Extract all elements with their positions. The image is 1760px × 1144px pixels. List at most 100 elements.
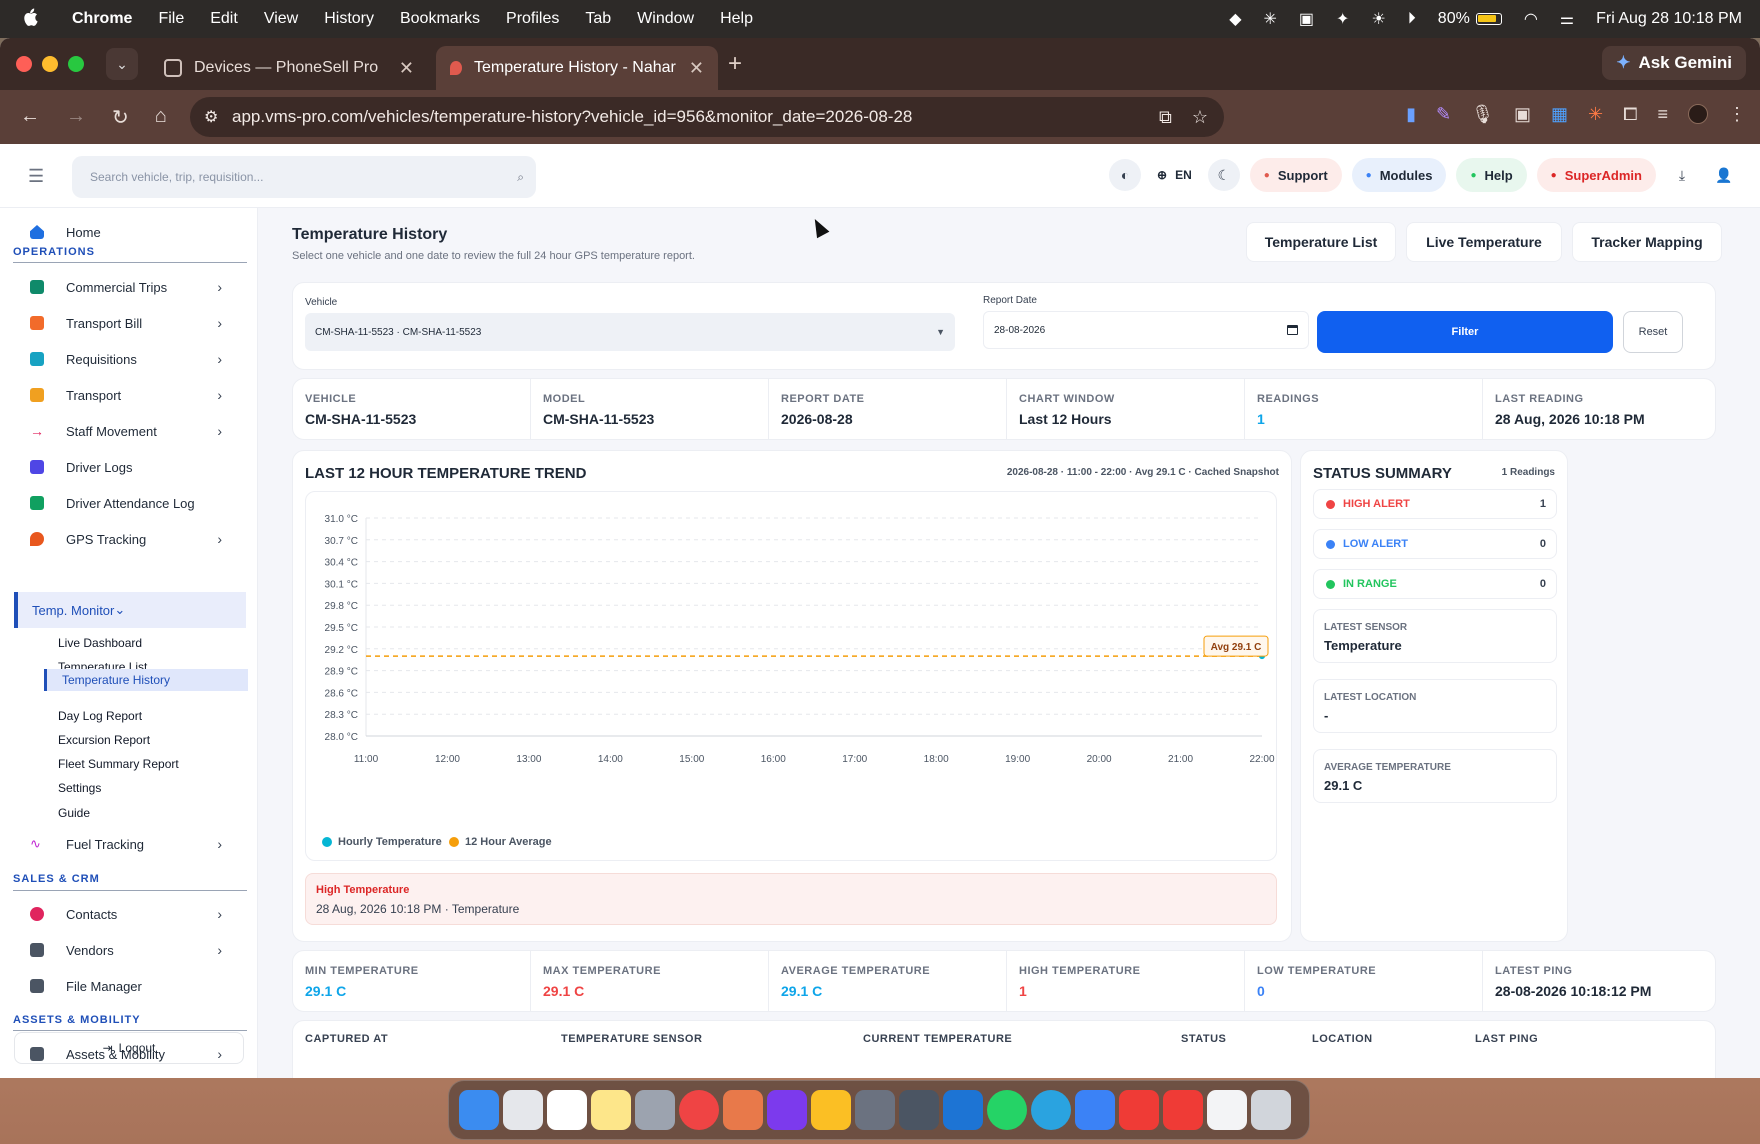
download-icon[interactable]: ⤓: [1666, 159, 1698, 191]
temperature-list-button[interactable]: Temperature List: [1246, 222, 1396, 262]
superadmin-button[interactable]: ● SuperAdmin: [1536, 158, 1656, 192]
anydesk-2-icon[interactable]: [1163, 1090, 1203, 1130]
sidebar-item-vendors[interactable]: Vendors ›: [14, 934, 246, 966]
sketch-icon[interactable]: [811, 1090, 851, 1130]
tab-temperature-history[interactable]: Temperature History - Nahar ✕: [436, 46, 718, 90]
report-date-input[interactable]: 28-08-2026: [983, 311, 1309, 349]
remote-desktop-icon[interactable]: [1075, 1090, 1115, 1130]
apple-icon[interactable]: [22, 8, 42, 31]
ask-gemini-button[interactable]: ✦ Ask Gemini: [1602, 46, 1746, 80]
control-center-icon[interactable]: ⚌: [1560, 9, 1574, 29]
install-app-icon[interactable]: ⧉: [1159, 107, 1172, 128]
menu-view[interactable]: View: [264, 10, 298, 28]
reading-list-icon[interactable]: ≡: [1657, 104, 1668, 125]
table-header-status[interactable]: STATUS: [1181, 1033, 1226, 1045]
tracker-mapping-button[interactable]: Tracker Mapping: [1572, 222, 1722, 262]
reset-button[interactable]: Reset: [1623, 311, 1683, 353]
submenu-day-log-report[interactable]: Day Log Report: [58, 709, 142, 723]
menu-edit[interactable]: Edit: [210, 10, 238, 28]
whatsapp-icon[interactable]: [987, 1090, 1027, 1130]
claude-icon[interactable]: [723, 1090, 763, 1130]
user-avatar-icon[interactable]: 👤: [1708, 159, 1740, 191]
legend-average[interactable]: 12 Hour Average: [449, 836, 552, 848]
calculator-icon[interactable]: [855, 1090, 895, 1130]
status-row-high-alert[interactable]: HIGH ALERT 1: [1313, 489, 1557, 519]
extension-claude-icon[interactable]: ✳: [1588, 104, 1603, 125]
sidebar-item-driver-logs[interactable]: Driver Logs: [14, 451, 246, 483]
sidebar-item-file-manager[interactable]: File Manager: [14, 970, 246, 1002]
table-header-last-ping[interactable]: LAST PING: [1475, 1033, 1538, 1045]
extension-screen-icon[interactable]: ▣: [1514, 104, 1531, 125]
legend-hourly[interactable]: Hourly Temperature: [322, 836, 442, 848]
address-bar[interactable]: ⚙ app.vms-pro.com/vehicles/temperature-h…: [190, 97, 1224, 137]
tab-search-chevron-icon[interactable]: ⌄: [106, 48, 138, 80]
anydesk-icon[interactable]: [1119, 1090, 1159, 1130]
close-window-button[interactable]: [16, 56, 32, 72]
status-row-in-range[interactable]: IN RANGE 0: [1313, 569, 1557, 599]
search-icon[interactable]: ⌕: [517, 170, 524, 185]
extension-mic-icon[interactable]: 🎙: [1471, 104, 1494, 125]
calendar-icon[interactable]: [547, 1090, 587, 1130]
menu-app-name[interactable]: Chrome: [72, 10, 132, 28]
sidebar-item-home[interactable]: Home: [14, 216, 246, 248]
close-tab-icon[interactable]: ✕: [689, 58, 704, 79]
vscode-icon[interactable]: [943, 1090, 983, 1130]
github-desktop-icon[interactable]: [767, 1090, 807, 1130]
submenu-fleet-summary-report[interactable]: Fleet Summary Report: [58, 757, 179, 771]
documents-icon[interactable]: [1207, 1090, 1247, 1130]
extensions-puzzle-icon[interactable]: ⧠: [1623, 104, 1637, 125]
menu-bookmarks[interactable]: Bookmarks: [400, 10, 480, 28]
chrome-menu-icon[interactable]: ⋮: [1728, 104, 1746, 125]
language-switcher[interactable]: ⊕ EN: [1151, 158, 1198, 192]
status-briefcase-icon[interactable]: ▣: [1299, 9, 1314, 29]
global-search-input[interactable]: Search vehicle, trip, requisition... ⌕: [72, 156, 536, 198]
live-temperature-button[interactable]: Live Temperature: [1406, 222, 1562, 262]
filter-button[interactable]: Filter: [1317, 311, 1613, 353]
menu-tab[interactable]: Tab: [585, 10, 611, 28]
tab-devices[interactable]: Devices — PhoneSell Pro ✕: [150, 46, 428, 90]
submenu-guide[interactable]: Guide: [58, 806, 90, 820]
system-settings-icon[interactable]: [635, 1090, 675, 1130]
bookmark-star-icon[interactable]: ☆: [1192, 107, 1208, 128]
sidebar-item-commercial-trips[interactable]: Commercial Trips ›: [14, 271, 246, 303]
telegram-icon[interactable]: [1031, 1090, 1071, 1130]
sidebar-item-gps-tracking[interactable]: GPS Tracking ›: [14, 523, 246, 555]
vehicle-select[interactable]: CM-SHA-11-5523 · CM-SHA-11-5523 ▼: [305, 313, 955, 351]
trash-icon[interactable]: [1251, 1090, 1291, 1130]
forward-icon[interactable]: →: [66, 105, 86, 130]
submenu-live-dashboard[interactable]: Live Dashboard: [58, 636, 142, 650]
status-sparkle-icon[interactable]: ✦: [1336, 9, 1349, 29]
dark-mode-moon-icon[interactable]: ☾: [1207, 159, 1240, 191]
extension-pen-icon[interactable]: ✎: [1436, 104, 1451, 125]
zoom-window-button[interactable]: [68, 56, 84, 72]
menu-window[interactable]: Window: [637, 10, 694, 28]
minimize-window-button[interactable]: [42, 56, 58, 72]
submenu-excursion-report[interactable]: Excursion Report: [58, 733, 150, 747]
site-info-icon[interactable]: ⚙: [204, 107, 218, 127]
support-button[interactable]: ● Support: [1249, 158, 1342, 192]
sidebar-item-staff-movement[interactable]: → Staff Movement ›: [14, 415, 246, 447]
modules-button[interactable]: ● Modules: [1351, 158, 1447, 192]
wifi-icon[interactable]: ◠: [1524, 9, 1538, 29]
back-icon[interactable]: ←: [20, 105, 40, 130]
podcast-icon[interactable]: [899, 1090, 939, 1130]
brightness-icon[interactable]: ☀: [1371, 9, 1385, 29]
profile-avatar[interactable]: [1688, 104, 1708, 124]
table-header-captured-at[interactable]: CAPTURED AT: [305, 1033, 388, 1045]
menu-file[interactable]: File: [158, 10, 184, 28]
reload-icon[interactable]: ↻: [112, 105, 129, 130]
status-snowflake-icon[interactable]: ✳: [1264, 9, 1277, 29]
table-header-temperature-sensor[interactable]: TEMPERATURE SENSOR: [561, 1033, 702, 1045]
chrome-icon[interactable]: [679, 1090, 719, 1130]
finder-icon[interactable]: [459, 1090, 499, 1130]
calendar-icon[interactable]: [1287, 325, 1298, 335]
play-icon[interactable]: ⏵: [1408, 10, 1416, 28]
launchpad-icon[interactable]: [503, 1090, 543, 1130]
extension-docs-icon[interactable]: ▮: [1406, 104, 1416, 125]
submenu-settings[interactable]: Settings: [58, 781, 101, 795]
table-header-location[interactable]: LOCATION: [1312, 1033, 1373, 1045]
menu-history[interactable]: History: [324, 10, 374, 28]
hamburger-menu-icon[interactable]: ☰: [28, 166, 44, 187]
sidebar-item-temp-monitor[interactable]: Temp. Monitor ⌄: [14, 592, 246, 628]
logout-button[interactable]: ⇥ Logout: [14, 1032, 244, 1064]
